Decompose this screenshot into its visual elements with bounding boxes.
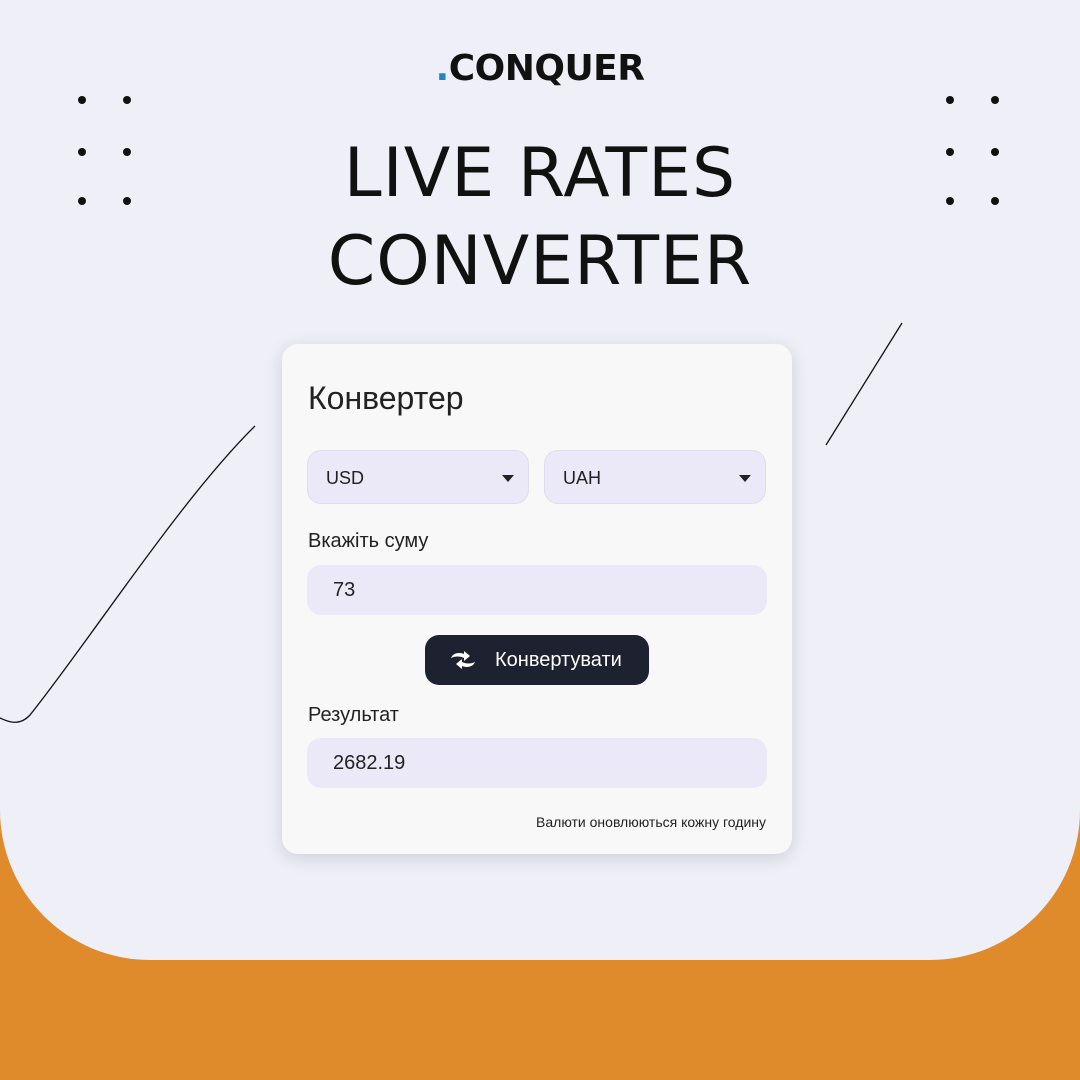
brand-logo: .CONQUER xyxy=(0,48,1080,89)
from-currency-value: USD xyxy=(326,468,365,488)
headline-line-2: CONVERTER xyxy=(327,222,753,301)
from-currency-select[interactable]: USD xyxy=(307,450,529,504)
swap-arrows-icon xyxy=(451,651,475,669)
update-note: Валюти оновлюються кожну годину xyxy=(536,814,766,830)
result-field: 2682.19 xyxy=(307,738,767,788)
background-panel: .CONQUER LIVE RATES CONVERTER Конвертер … xyxy=(0,0,1080,960)
to-currency-select[interactable]: UAH xyxy=(544,450,766,504)
headline-line-1: LIVE RATES xyxy=(343,134,737,213)
amount-label: Вкажіть суму xyxy=(308,530,429,552)
amount-value: 73 xyxy=(333,579,356,601)
amount-input[interactable]: 73 xyxy=(307,565,767,615)
convert-button[interactable]: Конвертувати xyxy=(425,635,649,685)
result-label: Результат xyxy=(308,704,399,726)
converter-card: Конвертер USD UAH Вкажіть суму 73 Конвер… xyxy=(282,344,792,854)
result-value: 2682.19 xyxy=(333,752,406,774)
logo-text: CONQUER xyxy=(448,48,645,89)
logo-dot: . xyxy=(435,48,450,89)
page-headline: LIVE RATES CONVERTER xyxy=(0,130,1080,306)
convert-button-label: Конвертувати xyxy=(495,649,622,671)
to-currency-value: UAH xyxy=(563,468,602,488)
caret-down-icon xyxy=(502,475,514,482)
card-title: Конвертер xyxy=(308,380,464,416)
caret-down-icon xyxy=(739,475,751,482)
